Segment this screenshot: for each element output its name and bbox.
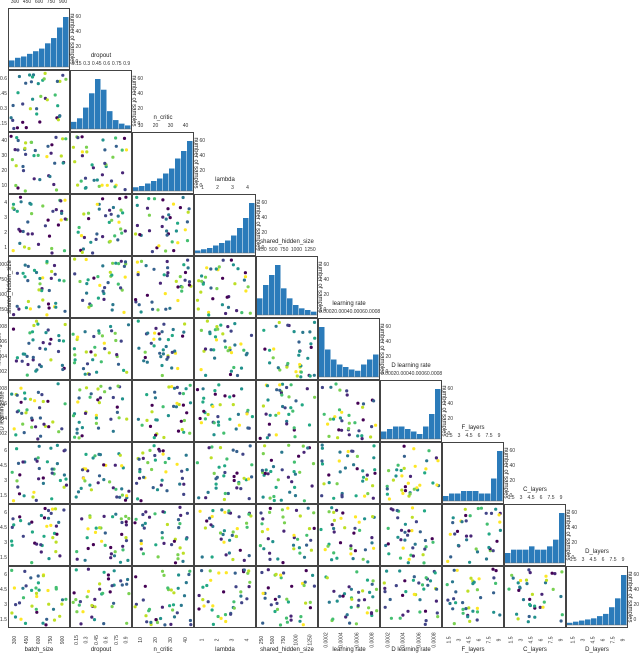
hist-title-shared_hidden_size: shared_hidden_size — [257, 239, 317, 245]
scatter-C_layers-vs-lambda — [194, 504, 256, 566]
scatter-learning_rate-vs-dropout — [70, 318, 132, 380]
hist-title-D_layers: D_layers — [567, 549, 627, 555]
xlabel-C_layers: C_layers — [505, 647, 565, 653]
ylabel-learning_rate: learning rate — [0, 332, 3, 365]
scatter-D_layers-vs-n_critic: 10203040n_critic — [132, 566, 194, 628]
xlabel-learning_rate: learning rate — [319, 647, 379, 653]
xlabel-lambda: lambda — [195, 647, 255, 653]
hist-title-n_critic: n_critic — [133, 115, 193, 121]
scatter-F_layers-vs-D_learning_rate — [380, 442, 442, 504]
xlabel-batch_size: batch_size — [9, 647, 69, 653]
scatter-D_learning_rate-vs-lambda — [194, 380, 256, 442]
scatter-D_layers-vs-F_layers: 1.534.567.59F_layers — [442, 566, 504, 628]
scatter-D_learning_rate-vs-learning_rate — [318, 380, 380, 442]
scatter-C_layers-vs-shared_hidden_size — [256, 504, 318, 566]
scatter-C_layers-vs-D_learning_rate — [380, 504, 442, 566]
scatter-shared_hidden_size-vs-batch_size: 2505007501000shared_hidden_size — [8, 256, 70, 318]
xlabel-D_learning_rate: D learning rate — [381, 647, 441, 653]
hist-title-lambda: lambda — [195, 177, 255, 183]
scatter-shared_hidden_size-vs-lambda — [194, 256, 256, 318]
hist-title-F_layers: F_layers — [443, 425, 503, 431]
scatter-n_critic-vs-batch_size: 10203040n_critic — [8, 132, 70, 194]
scatter-learning_rate-vs-lambda — [194, 318, 256, 380]
hist-title-learning_rate: learning rate — [319, 301, 379, 307]
scatter-D_layers-vs-learning_rate: 0.00020.00040.00060.0008learning rate — [318, 566, 380, 628]
xlabel-dropout: dropout — [71, 647, 131, 653]
scatter-D_layers-vs-shared_hidden_size: 25050075010001250shared_hidden_size — [256, 566, 318, 628]
scatter-D_layers-vs-D_learning_rate: 0.00020.00040.00060.0008D learning rate — [380, 566, 442, 628]
scatter-F_layers-vs-n_critic — [132, 442, 194, 504]
hist-learning_rate: 0.00020.00040.00060.0008learning rate020… — [318, 318, 380, 380]
xlabel-n_critic: n_critic — [133, 647, 193, 653]
scatter-learning_rate-vs-shared_hidden_size — [256, 318, 318, 380]
scatter-D_learning_rate-vs-dropout — [70, 380, 132, 442]
scatter-shared_hidden_size-vs-dropout — [70, 256, 132, 318]
scatter-lambda-vs-batch_size: 1234lambda — [8, 194, 70, 256]
scatter-F_layers-vs-learning_rate — [318, 442, 380, 504]
scatter-learning_rate-vs-batch_size: 0.00020.00040.00060.0008learning rate — [8, 318, 70, 380]
scatter-F_layers-vs-batch_size: 1.534.56F_layers — [8, 442, 70, 504]
hist-title-dropout: dropout — [71, 53, 131, 59]
hist-dropout: 0.150.30.450.60.750.9dropout0204060numbe… — [70, 70, 132, 132]
scatter-F_layers-vs-dropout — [70, 442, 132, 504]
hist-ylabel: number of samples — [626, 571, 632, 622]
scatter-n_critic-vs-dropout — [70, 132, 132, 194]
scatter-D_learning_rate-vs-shared_hidden_size — [256, 380, 318, 442]
scatter-D_layers-vs-lambda: 1234lambda — [194, 566, 256, 628]
xlabel-shared_hidden_size: shared_hidden_size — [257, 647, 317, 653]
hist-D_layers: 1.534.567.59D_layers0204060number of sam… — [566, 566, 628, 628]
scatter-lambda-vs-dropout — [70, 194, 132, 256]
scatter-D_layers-vs-batch_size: 1.534.56D_layers300450600750900batch_siz… — [8, 566, 70, 628]
scatter-D_learning_rate-vs-batch_size: 0.00020.00040.00060.0008D learning rate — [8, 380, 70, 442]
scatter-C_layers-vs-batch_size: 1.534.56C_layers — [8, 504, 70, 566]
ylabel-shared_hidden_size: shared_hidden_size — [7, 260, 13, 314]
scatter-C_layers-vs-F_layers — [442, 504, 504, 566]
scatter-D_learning_rate-vs-n_critic — [132, 380, 194, 442]
hist-shared_hidden_size: 25050075010001250shared_hidden_size02040… — [256, 256, 318, 318]
hist-F_layers: 1.534.567.59F_layers0204060number of sam… — [442, 442, 504, 504]
scatter-C_layers-vs-n_critic — [132, 504, 194, 566]
ylabel-D_learning_rate: D learning rate — [0, 391, 6, 430]
xlabel-F_layers: F_layers — [443, 647, 503, 653]
hist-C_layers: 1.534.567.59C_layers0204060number of sam… — [504, 504, 566, 566]
scatter-C_layers-vs-dropout — [70, 504, 132, 566]
scatter-shared_hidden_size-vs-n_critic — [132, 256, 194, 318]
hist-title-C_layers: C_layers — [505, 487, 565, 493]
scatter-C_layers-vs-learning_rate — [318, 504, 380, 566]
scatter-F_layers-vs-shared_hidden_size — [256, 442, 318, 504]
pair-plot-matrix: 300450600750900batch_size0204060number o… — [8, 8, 632, 628]
hist-batch_size: 300450600750900batch_size0204060number o… — [8, 8, 70, 70]
hist-D_learning_rate: 0.00020.00040.00060.0008D learning rate0… — [380, 380, 442, 442]
scatter-D_layers-vs-C_layers: 1.534.567.59C_layers — [504, 566, 566, 628]
scatter-learning_rate-vs-n_critic — [132, 318, 194, 380]
scatter-D_layers-vs-dropout: 0.150.30.450.60.750.9dropout — [70, 566, 132, 628]
xlabel-D_layers: D_layers — [567, 647, 627, 653]
scatter-F_layers-vs-lambda — [194, 442, 256, 504]
scatter-lambda-vs-n_critic — [132, 194, 194, 256]
hist-title-D_learning_rate: D learning rate — [381, 363, 441, 369]
hist-n_critic: 10203040n_critic0204060number of samples — [132, 132, 194, 194]
hist-lambda: 1234lambda0204060number of samples — [194, 194, 256, 256]
scatter-dropout-vs-batch_size: 0.150.30.450.6dropout — [8, 70, 70, 132]
